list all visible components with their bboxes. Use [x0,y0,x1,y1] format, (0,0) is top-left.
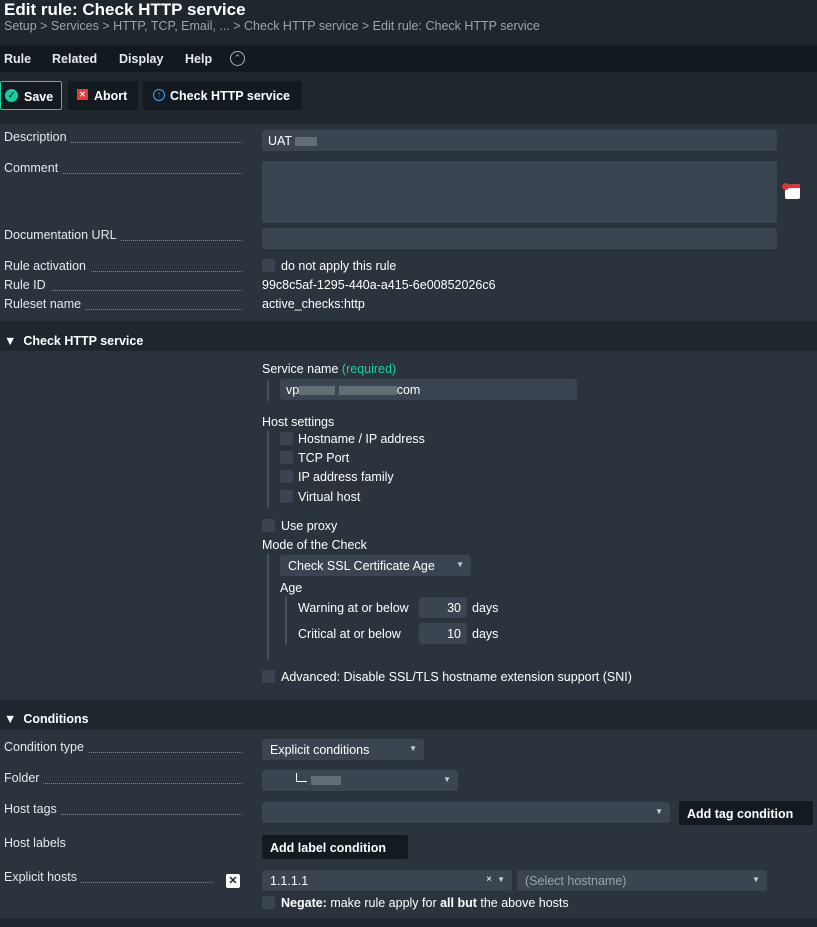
documentation-url-label: Documentation URL [4,228,242,242]
close-square-icon: ✕ [77,89,88,100]
chevron-down-icon: ▼ [456,560,464,569]
check-http-section-header[interactable]: ▼ Check HTTP service [0,331,817,351]
mode-label: Mode of the Check [262,538,367,552]
folder-label: Folder [4,771,242,785]
add-tag-condition-button[interactable]: Add tag condition [679,801,813,825]
age-label: Age [280,581,303,595]
breadcrumb: Setup > Services > HTTP, TCP, Email, ...… [4,19,540,33]
comment-textarea[interactable] [262,161,777,223]
clear-selection-icon[interactable]: × [486,874,492,885]
explicit-host-select[interactable]: 1.1.1.1 × ▼ [262,870,512,891]
chevron-down-icon: ▼ [409,744,417,753]
disable-rule-checkbox[interactable] [262,259,275,272]
arrow-up-circle-icon: ↑ [153,89,165,101]
ruleset-name-value: active_checks:http [262,297,365,311]
chevron-down-icon: ▼ [497,875,505,884]
host-labels-label: Host labels [4,836,184,850]
disable-sni-checkbox[interactable] [262,670,275,683]
check-http-section-title: Check HTTP service [23,334,144,348]
conditions-section-header[interactable]: ▼ Conditions [0,709,817,729]
tcp-port-checkbox[interactable] [280,451,293,464]
condition-type-select[interactable]: Explicit conditions ▼ [262,739,424,760]
service-name-label: Service name (required) [262,362,397,376]
tcp-port-label: TCP Port [298,451,350,465]
warning-days-unit: days [472,601,499,615]
service-name-input[interactable]: vp com [280,379,577,400]
hostname-ip-checkbox[interactable] [280,432,293,445]
critical-label: Critical at or below [298,627,401,641]
disable-sni-label: Advanced: Disable SSL/TLS hostname exten… [281,670,632,684]
collapse-triangle-icon: ▼ [4,334,17,348]
critical-days-input[interactable]: 10 [419,623,467,644]
disable-rule-text: do not apply this rule [281,259,397,273]
documentation-url-input[interactable] [262,228,777,249]
hostname-ip-label: Hostname / IP address [298,432,425,446]
menu-display[interactable]: Display [119,52,163,66]
mode-select[interactable]: Check SSL Certificate Age ▼ [280,555,471,576]
menu-help[interactable]: Help [185,52,212,66]
remove-explicit-hosts-icon[interactable]: ✕ [226,874,240,888]
abort-label: Abort [94,89,128,103]
negate-label: Negate: make rule apply for all but the … [281,896,569,910]
condition-type-label: Condition type [4,740,242,754]
save-button[interactable]: ✓ Save [0,81,62,110]
use-proxy-checkbox[interactable] [262,519,275,532]
host-tags-select[interactable]: ▼ [262,802,670,823]
abort-button[interactable]: ✕ Abort [68,81,138,110]
chevron-down-icon: ▼ [443,775,451,784]
warning-label: Warning at or below [298,601,409,615]
menu-related[interactable]: Related [52,52,97,66]
ip-family-label: IP address family [298,470,394,484]
chevron-down-icon: ▼ [752,875,760,884]
folder-select[interactable]: ▼ [262,770,458,791]
page-title: Edit rule: Check HTTP service [4,0,246,19]
collapse-triangle-icon: ▼ [4,712,17,726]
explicit-hosts-label: Explicit hosts [4,870,212,884]
host-settings-label: Host settings [262,415,335,429]
rule-activation-label: Rule activation [4,259,242,273]
critical-days-unit: days [472,627,499,641]
warning-days-input[interactable]: 30 [419,597,467,618]
host-tags-label: Host tags [4,802,242,816]
conditions-section-title: Conditions [23,712,89,726]
use-proxy-label: Use proxy [281,519,338,533]
rule-id-value: 99c8c5af-1295-440a-a415-6e00852026c6 [262,278,496,292]
virtual-host-checkbox[interactable] [280,490,293,503]
menu-rule[interactable]: Rule [4,52,31,66]
description-label: Description [4,130,242,144]
checkmark-circle-icon: ✓ [5,89,18,102]
add-label-condition-button[interactable]: Add label condition [262,835,408,859]
ip-family-checkbox[interactable] [280,470,293,483]
description-input[interactable]: UAT [262,130,777,151]
menu-bar: Rule Related Display Help ⌃ [0,45,817,72]
chevron-up-circle-icon[interactable]: ⌃ [230,51,245,66]
check-http-service-label: Check HTTP service [170,89,290,103]
select-hostname-select[interactable]: (Select hostname) ▼ [517,870,767,891]
virtual-host-label: Virtual host [298,490,361,504]
save-label: Save [24,90,54,104]
comment-label: Comment [4,161,242,175]
negate-checkbox[interactable] [262,896,275,909]
check-http-service-button[interactable]: ↑ Check HTTP service [143,81,302,110]
properties-panel: Description UAT Comment Documentation UR… [0,124,817,321]
chevron-down-icon: ▼ [655,807,663,816]
conditions-panel: Condition type Explicit conditions ▼ Fol… [0,729,817,919]
check-http-panel: Service name (required) vp com Host sett… [0,351,817,700]
required-tag: (required) [341,362,397,376]
ruleset-name-label: Ruleset name [4,297,242,311]
rule-id-label: Rule ID [4,278,242,292]
calendar-stamp-icon[interactable] [782,183,800,199]
